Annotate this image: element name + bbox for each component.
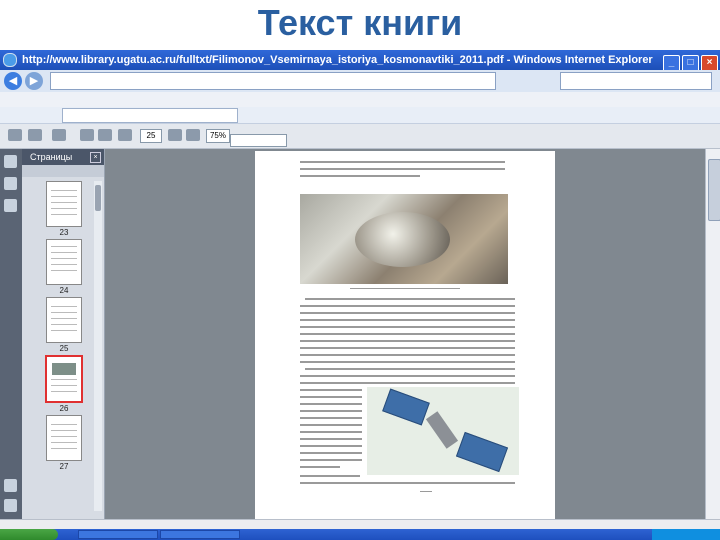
thumbnail-list: 23 24 25 26 27 xyxy=(36,181,92,473)
minimize-button[interactable]: _ xyxy=(663,55,680,70)
prev-page-icon[interactable] xyxy=(80,129,94,141)
zoom-field[interactable]: 75% xyxy=(206,129,230,143)
system-tray xyxy=(652,529,720,540)
page-number-field[interactable]: 25 xyxy=(140,129,162,143)
panel-scrollbar[interactable] xyxy=(94,181,102,511)
pdf-toolbar: 25 75% xyxy=(0,124,720,149)
page-thumbnail[interactable] xyxy=(46,239,82,285)
close-icon[interactable]: × xyxy=(90,152,101,163)
url-field[interactable] xyxy=(50,72,496,90)
thumbnail-label: 27 xyxy=(59,462,69,471)
vertical-scrollbar[interactable] xyxy=(705,149,720,519)
zoom-in-icon[interactable] xyxy=(186,129,200,141)
slide-title: Текст книги xyxy=(257,2,463,43)
taskbar-item[interactable] xyxy=(160,530,240,539)
taskbar xyxy=(0,529,720,540)
layers-icon[interactable] xyxy=(4,199,17,212)
zoom-out-icon[interactable] xyxy=(168,129,182,141)
document-view xyxy=(105,149,705,519)
thumbnail-label: 24 xyxy=(59,286,69,295)
ie-icon xyxy=(3,53,17,68)
window-controls: _ □ × xyxy=(661,52,718,70)
email-icon[interactable] xyxy=(52,129,66,141)
menu-bar xyxy=(0,92,720,107)
panel-toolbar xyxy=(22,165,104,177)
search-input[interactable] xyxy=(560,72,712,90)
address-bar: ◀ ▶ xyxy=(0,70,720,93)
page-thumbnail[interactable] xyxy=(46,415,82,461)
pages-panel: Страницы × 23 24 25 26 27 xyxy=(22,149,105,519)
browser-tab[interactable] xyxy=(62,108,238,123)
pages-icon[interactable] xyxy=(4,155,17,168)
zoom-icon[interactable] xyxy=(118,129,132,141)
page-photo-spacecraft xyxy=(300,194,508,284)
back-icon[interactable]: ◀ xyxy=(4,72,22,90)
panel-header: Страницы × xyxy=(22,149,104,165)
bookmark-icon[interactable] xyxy=(4,177,17,190)
taskbar-item[interactable] xyxy=(78,530,158,539)
pdf-page xyxy=(255,151,555,519)
save-icon[interactable] xyxy=(28,129,42,141)
start-button[interactable] xyxy=(0,529,58,540)
favorites-bar xyxy=(0,107,720,124)
thumbnail-label: 25 xyxy=(59,344,69,353)
comment-icon[interactable] xyxy=(4,479,17,492)
forward-icon[interactable]: ▶ xyxy=(25,72,43,90)
maximize-button[interactable]: □ xyxy=(682,55,699,70)
window-titlebar[interactable]: http://www.library.ugatu.ac.ru/fulltxt/F… xyxy=(0,50,720,70)
find-input[interactable] xyxy=(230,134,287,147)
thumbnail-label: 26 xyxy=(59,404,69,413)
page-thumbnail[interactable] xyxy=(46,181,82,227)
print-icon[interactable] xyxy=(8,129,22,141)
next-page-icon[interactable] xyxy=(98,129,112,141)
attachment-icon[interactable] xyxy=(4,499,17,512)
close-button[interactable]: × xyxy=(701,55,718,70)
browser-window: http://www.library.ugatu.ac.ru/fulltxt/F… xyxy=(0,50,720,540)
page-thumbnail-selected[interactable] xyxy=(45,355,83,403)
page-photo-satellite xyxy=(367,387,519,475)
thumbnail-label: 23 xyxy=(59,228,69,237)
page-thumbnail[interactable] xyxy=(46,297,82,343)
navigation-strip xyxy=(0,149,22,519)
window-title: http://www.library.ugatu.ac.ru/fulltxt/F… xyxy=(22,54,653,66)
panel-title: Страницы xyxy=(30,152,73,162)
